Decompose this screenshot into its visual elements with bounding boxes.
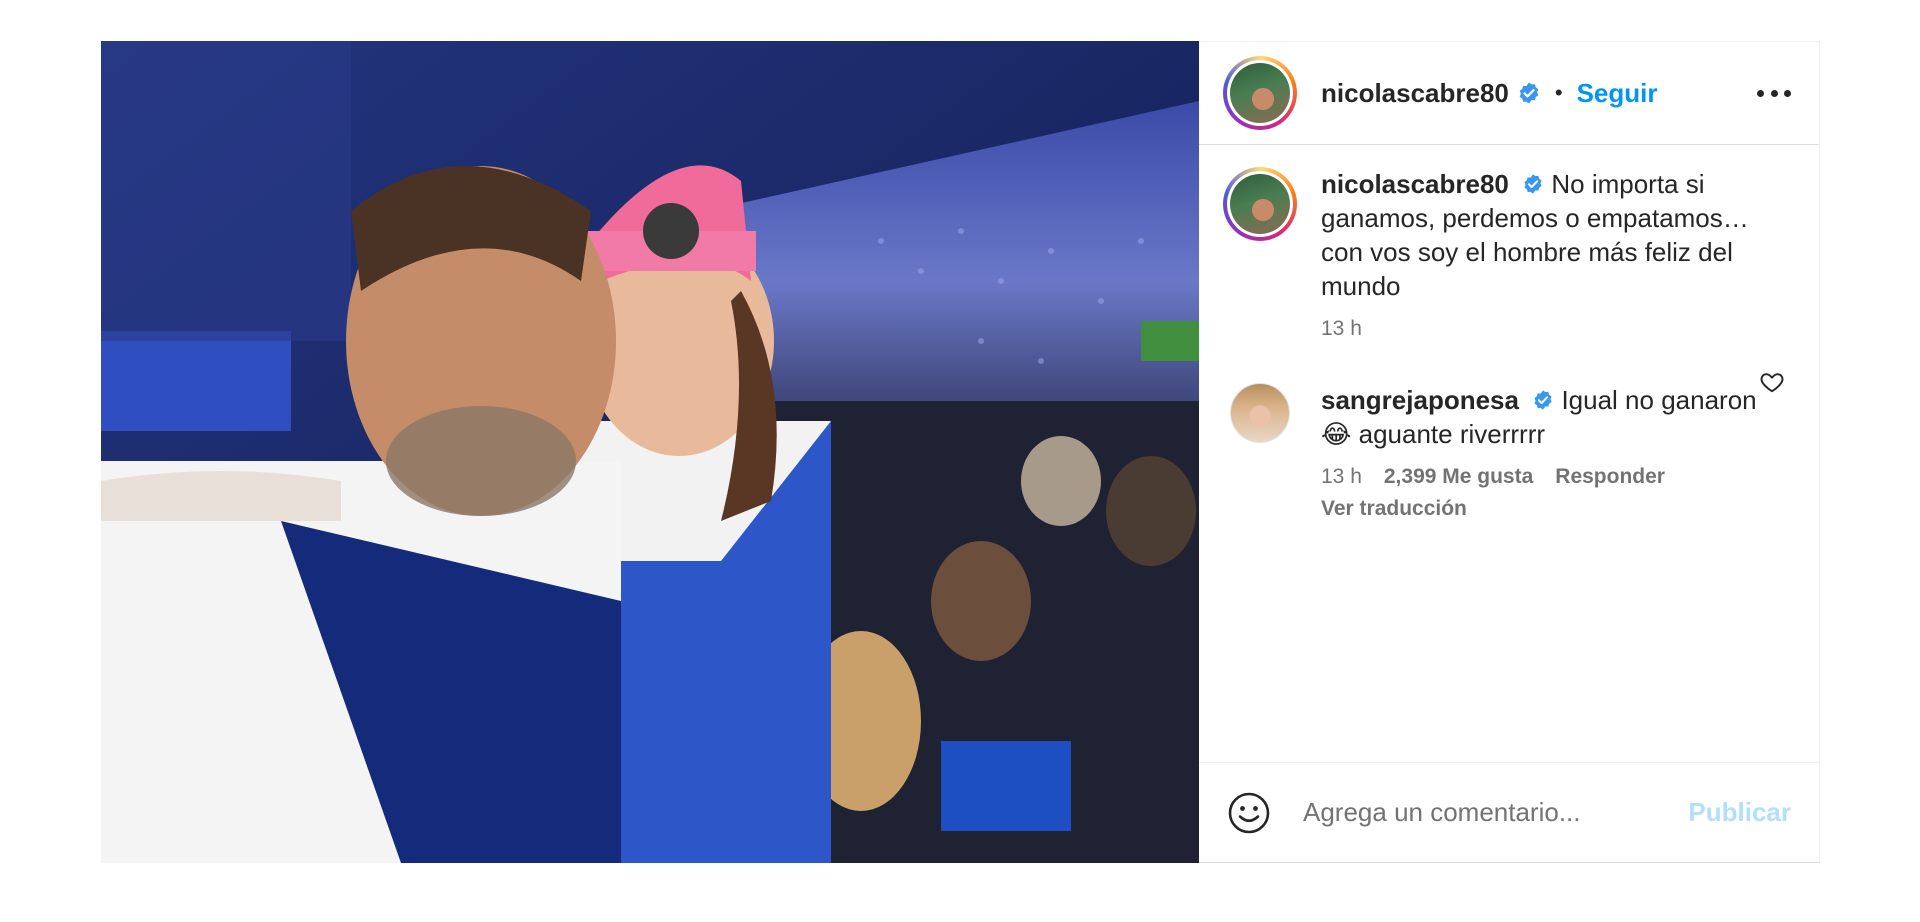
more-options-icon[interactable] xyxy=(1757,88,1791,98)
verified-badge-icon xyxy=(1524,174,1542,194)
comment-timestamp[interactable]: 13 h xyxy=(1321,465,1362,489)
caption-username[interactable]: nicolascabre80 xyxy=(1321,169,1509,199)
verified-badge-icon xyxy=(1519,82,1539,104)
instagram-post: nicolascabre80 • Seguir nicolascabre80 N… xyxy=(101,41,1820,863)
heart-outline-icon[interactable] xyxy=(1759,369,1785,395)
add-comment-input[interactable] xyxy=(1303,797,1663,828)
caption-timestamp[interactable]: 13 h xyxy=(1321,317,1362,341)
reply-button[interactable]: Responder xyxy=(1555,465,1665,489)
laughing-emoji-icon: 😂 xyxy=(1321,419,1352,449)
commenter-avatar[interactable] xyxy=(1230,383,1290,443)
comments-section: nicolascabre80 No importa si ganamos, pe… xyxy=(1199,145,1819,762)
header-separator: • xyxy=(1554,80,1563,105)
comment-body-part2: aguante riverrrrr xyxy=(1358,419,1546,449)
post-photo[interactable] xyxy=(101,41,1199,863)
caption-item: nicolascabre80 No importa si ganamos, pe… xyxy=(1223,167,1795,341)
author-username[interactable]: nicolascabre80 xyxy=(1321,78,1509,109)
author-avatar[interactable] xyxy=(1223,56,1297,130)
verified-badge-icon xyxy=(1534,390,1552,410)
author-avatar-image xyxy=(1230,63,1290,123)
publish-button[interactable]: Publicar xyxy=(1688,797,1791,828)
caption-avatar-image xyxy=(1230,174,1290,234)
follow-button[interactable]: Seguir xyxy=(1577,78,1658,109)
see-translation-button[interactable]: Ver traducción xyxy=(1321,497,1761,521)
comment-composer: Publicar xyxy=(1199,762,1819,862)
emoji-smiley-icon[interactable] xyxy=(1227,791,1271,835)
caption-text: nicolascabre80 No importa si ganamos, pe… xyxy=(1321,167,1761,303)
comment-item: sangrejaponesa Igual no ganaron 😂 aguant… xyxy=(1223,383,1795,521)
comment-body-part1: Igual no ganaron xyxy=(1561,385,1757,415)
post-header: nicolascabre80 • Seguir xyxy=(1199,42,1819,145)
comment-likes-count[interactable]: 2,399 Me gusta xyxy=(1384,465,1533,489)
comment-text: sangrejaponesa Igual no ganaron 😂 aguant… xyxy=(1321,383,1761,451)
post-side-panel: nicolascabre80 • Seguir nicolascabre80 N… xyxy=(1199,41,1820,863)
caption-author-avatar[interactable] xyxy=(1223,167,1297,241)
commenter-username[interactable]: sangrejaponesa xyxy=(1321,385,1519,415)
stadium-selfie-image xyxy=(101,41,1199,863)
